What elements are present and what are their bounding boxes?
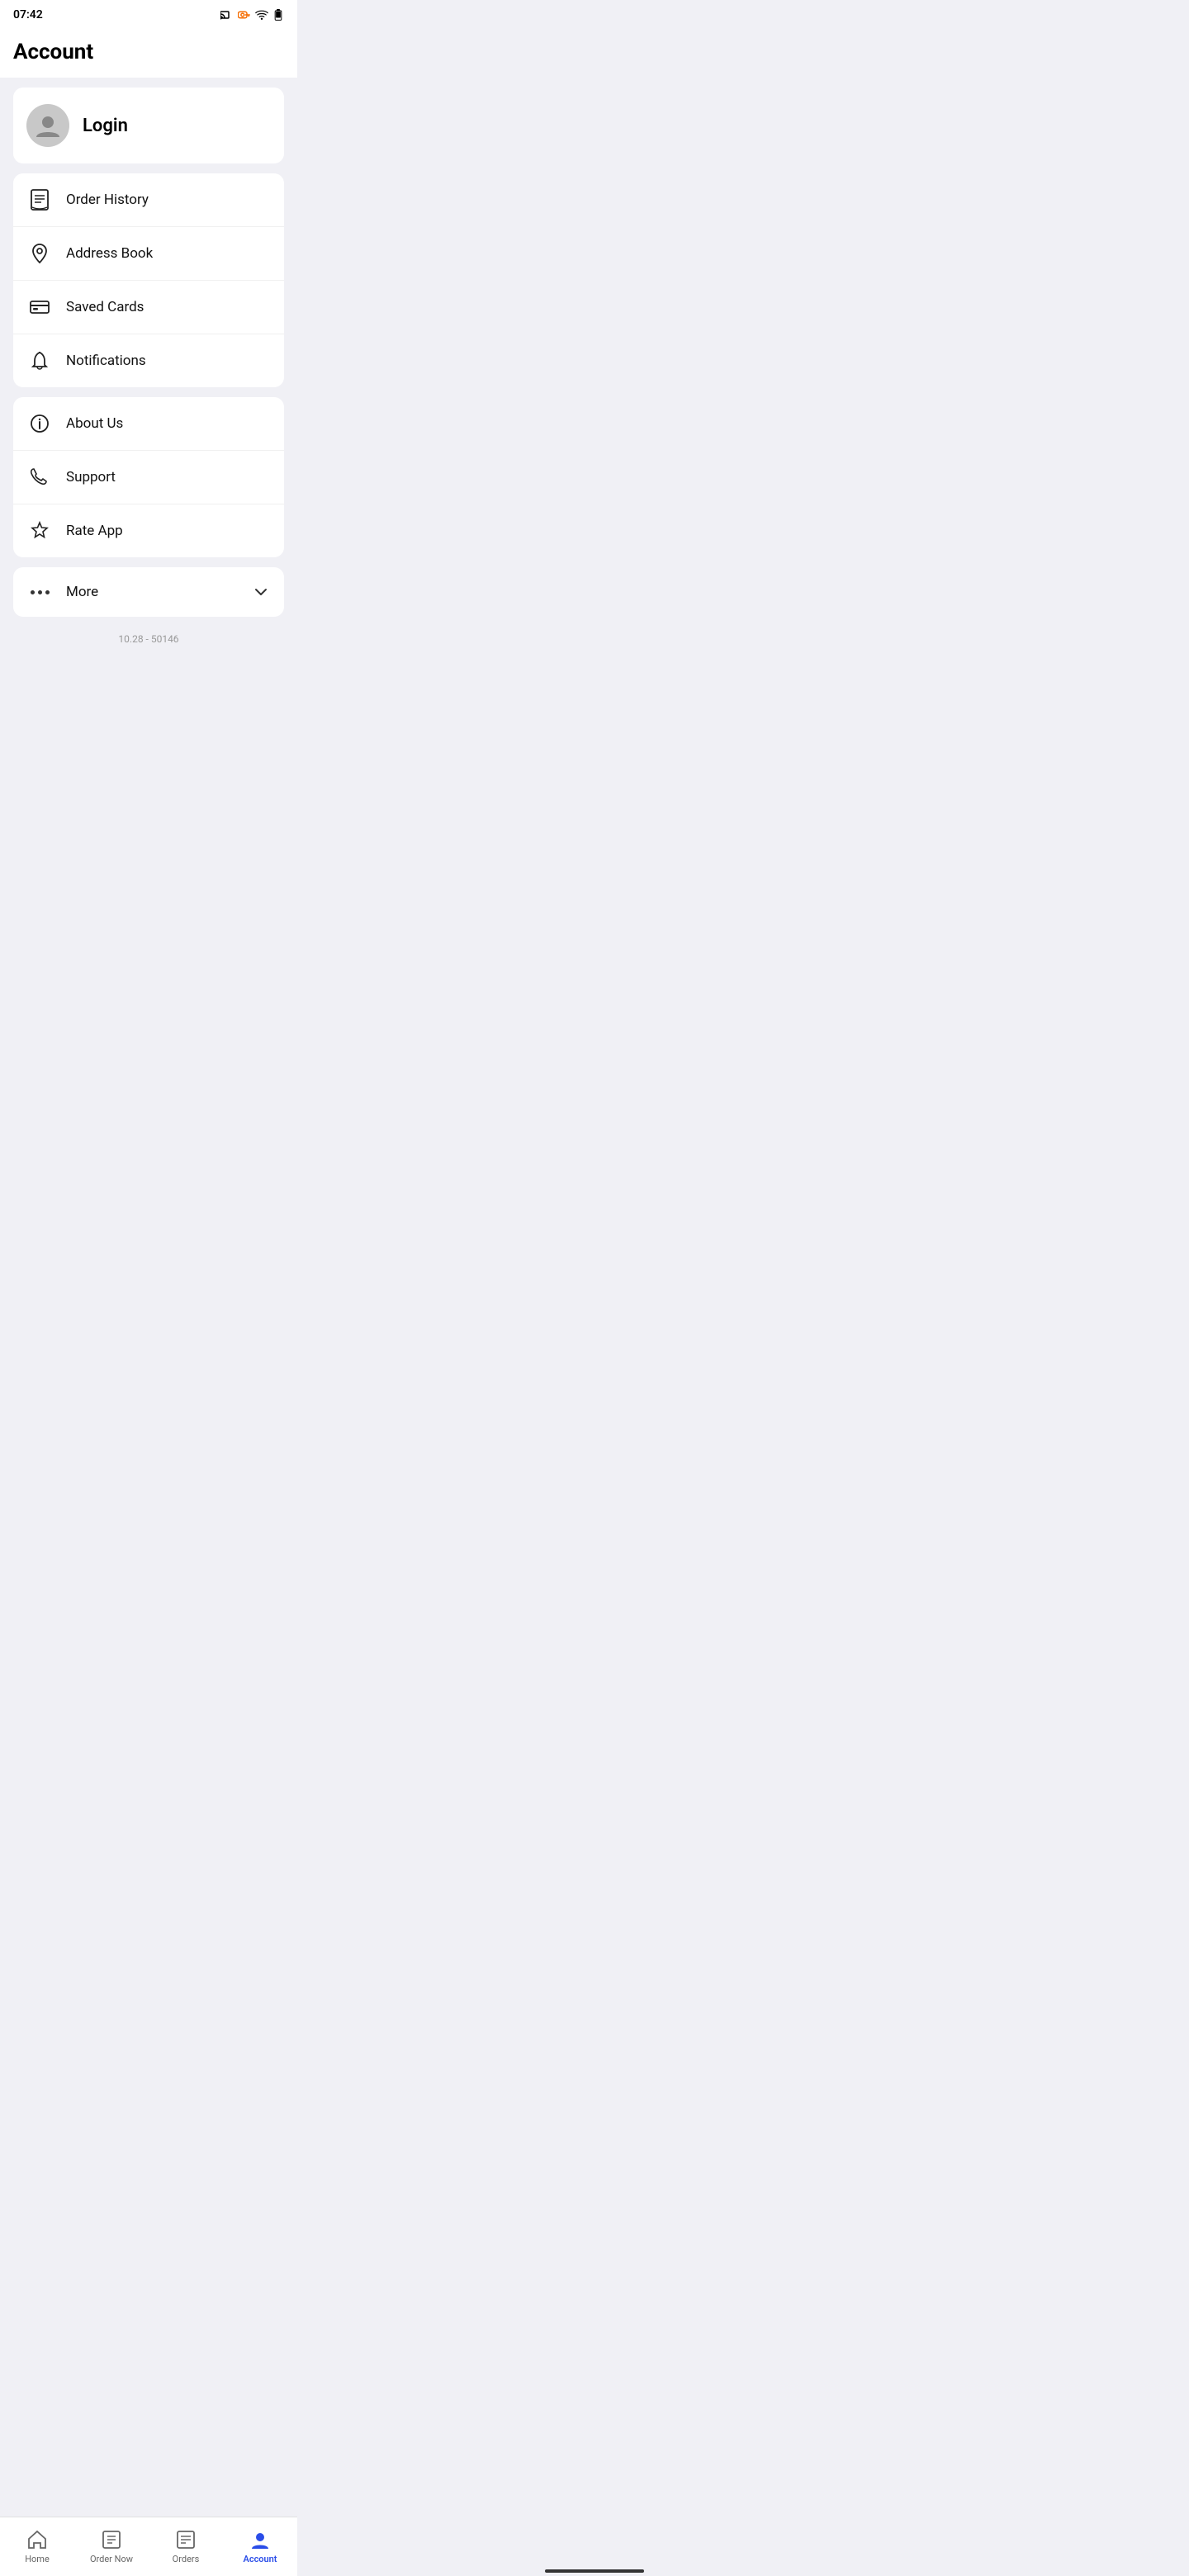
menu-item-about-us[interactable]: About Us xyxy=(13,397,284,450)
more-dots-icon xyxy=(26,590,53,594)
menu-item-order-history[interactable]: Order History xyxy=(13,173,284,226)
nav-item-orders[interactable]: Orders xyxy=(149,2522,223,2564)
account-nav-icon xyxy=(249,2529,271,2550)
orders-nav-icon xyxy=(175,2529,197,2550)
menu-label-saved-cards: Saved Cards xyxy=(66,299,144,315)
menu-label-rate-app: Rate App xyxy=(66,523,123,539)
menu-group-1: Order History Address Book Saved Card xyxy=(13,173,284,387)
menu-group-2: About Us Support Rate App xyxy=(13,397,284,557)
status-icons xyxy=(220,9,284,21)
order-history-icon xyxy=(26,187,53,213)
login-row[interactable]: Login xyxy=(13,88,284,163)
home-indicator xyxy=(545,2569,644,2573)
battery-icon xyxy=(272,9,284,21)
menu-label-address-book: Address Book xyxy=(66,245,153,262)
info-icon xyxy=(26,410,53,437)
status-bar: 07:42 xyxy=(0,0,297,30)
more-card: More xyxy=(13,567,284,617)
login-label: Login xyxy=(83,116,128,136)
nav-label-account: Account xyxy=(243,2554,277,2564)
card-icon xyxy=(26,294,53,320)
status-time: 07:42 xyxy=(13,8,43,21)
menu-label-notifications: Notifications xyxy=(66,353,146,369)
cast-icon xyxy=(220,10,234,20)
wifi-icon xyxy=(255,10,268,20)
nav-item-account[interactable]: Account xyxy=(223,2522,297,2564)
nav-label-home: Home xyxy=(25,2554,50,2564)
nav-item-home[interactable]: Home xyxy=(0,2522,74,2564)
bell-icon xyxy=(26,348,53,374)
home-nav-icon xyxy=(26,2529,48,2550)
content-area: Login Order History xyxy=(0,78,297,752)
menu-label-support: Support xyxy=(66,469,116,485)
menu-item-support[interactable]: Support xyxy=(13,450,284,504)
avatar-icon xyxy=(33,111,63,140)
nav-item-order-now[interactable]: Order Now xyxy=(74,2522,149,2564)
page-title-bar: Account xyxy=(0,30,297,78)
more-label: More xyxy=(66,584,98,600)
version-text: 10.28 - 50146 xyxy=(13,627,284,658)
phone-icon xyxy=(26,464,53,490)
menu-label-about-us: About Us xyxy=(66,415,123,432)
chevron-down-icon xyxy=(251,582,271,602)
menu-item-saved-cards[interactable]: Saved Cards xyxy=(13,280,284,334)
more-row[interactable]: More xyxy=(13,567,284,617)
avatar xyxy=(26,104,69,147)
menu-item-notifications[interactable]: Notifications xyxy=(13,334,284,387)
order-now-nav-icon xyxy=(101,2529,122,2550)
nav-label-order-now: Order Now xyxy=(90,2554,133,2564)
menu-item-rate-app[interactable]: Rate App xyxy=(13,504,284,557)
menu-label-order-history: Order History xyxy=(66,192,149,208)
nav-label-orders: Orders xyxy=(173,2554,200,2564)
more-left: More xyxy=(26,584,98,600)
star-icon xyxy=(26,518,53,544)
menu-item-address-book[interactable]: Address Book xyxy=(13,226,284,280)
location-icon xyxy=(26,240,53,267)
page-title: Account xyxy=(13,40,284,64)
bottom-nav: Home Order Now Orders xyxy=(0,2517,297,2576)
key-icon xyxy=(238,10,251,20)
login-card: Login xyxy=(13,88,284,163)
